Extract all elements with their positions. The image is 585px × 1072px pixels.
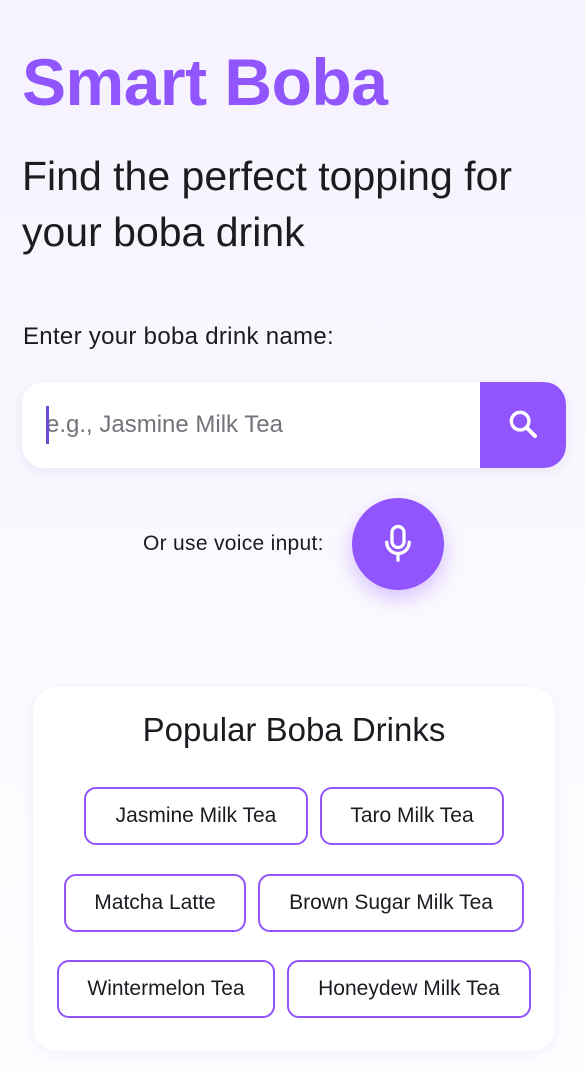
drink-name-label: Enter your boba drink name: — [23, 323, 334, 350]
drink-chip-matcha-latte[interactable]: Matcha Latte — [64, 874, 246, 932]
search-bar — [22, 382, 566, 468]
app-title: Smart Boba — [22, 45, 388, 119]
app-root: Smart Boba Find the perfect topping for … — [0, 0, 585, 1072]
drink-chip-brown-sugar-milk-tea[interactable]: Brown Sugar Milk Tea — [258, 874, 524, 932]
voice-input-button[interactable] — [352, 498, 444, 590]
popular-drinks-card: Popular Boba Drinks Jasmine Milk Tea Tar… — [33, 687, 555, 1051]
microphone-icon — [380, 523, 416, 566]
drink-chip-jasmine-milk-tea[interactable]: Jasmine Milk Tea — [84, 787, 308, 845]
search-button[interactable] — [480, 382, 566, 468]
drink-chip-taro-milk-tea[interactable]: Taro Milk Tea — [320, 787, 504, 845]
drink-chip-wintermelon-tea[interactable]: Wintermelon Tea — [57, 960, 275, 1018]
popular-drinks-title: Popular Boba Drinks — [142, 711, 446, 748]
voice-input-row: Or use voice input: — [0, 498, 585, 590]
drink-name-input[interactable] — [22, 382, 480, 468]
app-subtitle: Find the perfect topping for your boba d… — [22, 153, 513, 255]
drink-chip-honeydew-milk-tea[interactable]: Honeydew Milk Tea — [287, 960, 531, 1018]
search-icon — [506, 407, 540, 444]
voice-input-label: Or use voice input: — [143, 532, 324, 555]
text-cursor — [46, 406, 49, 444]
